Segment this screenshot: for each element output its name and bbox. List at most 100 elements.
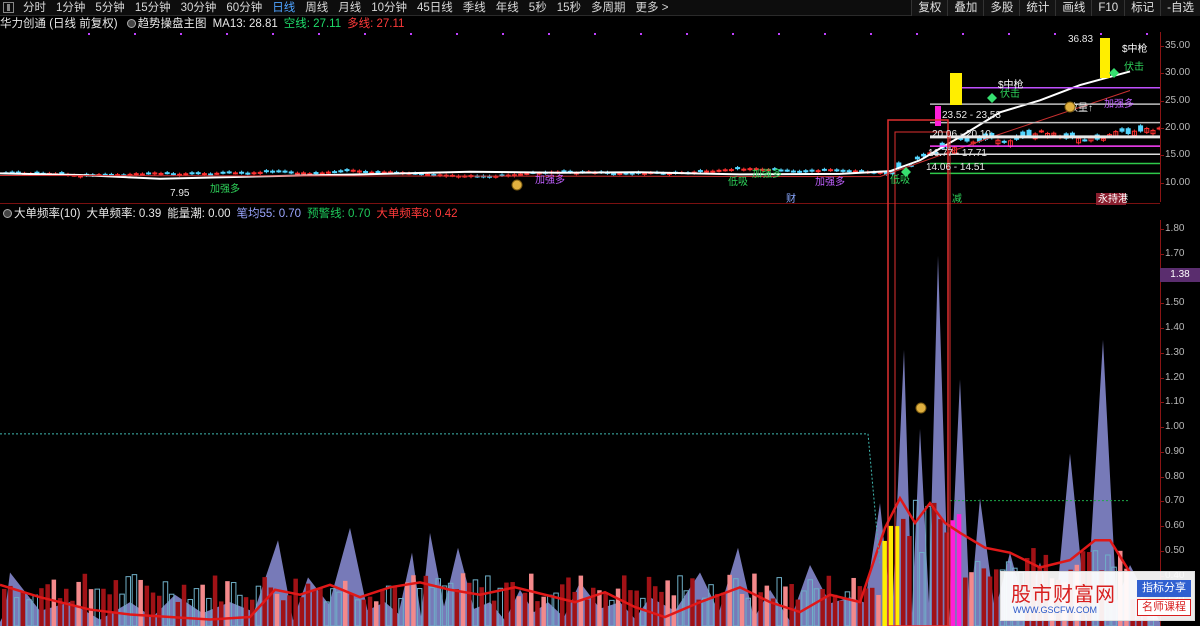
diamond-icon: [987, 93, 997, 103]
candle-body: [350, 169, 356, 172]
price-tick: 30.00: [1160, 67, 1191, 79]
toolbar-button-7[interactable]: -自选: [1160, 0, 1200, 16]
candle-body: [375, 171, 381, 174]
price-tick: 10.00: [1160, 176, 1191, 188]
candle-body: [226, 171, 232, 174]
freq-bar: [572, 591, 577, 626]
freq-bar: [721, 592, 726, 626]
freq-bar: [392, 586, 398, 626]
candle-body: [803, 170, 809, 173]
signal-dot: [88, 33, 90, 35]
signal-dot: [226, 33, 228, 35]
sub-tick: 1.70: [1160, 247, 1185, 259]
freq-bar: [64, 588, 69, 626]
watermark: 股市财富网 WWW.GSCFW.COM 指标分享 名师课程: [1000, 571, 1195, 621]
candle-body: [524, 172, 530, 175]
freq-bar: [175, 601, 181, 626]
money-bag-icon: [511, 179, 523, 191]
candle-body: [220, 171, 226, 174]
chart-label: 加强多: [210, 182, 240, 195]
sub-tick: 0.70: [1160, 495, 1185, 507]
candle-body: [294, 172, 300, 175]
chart-label: 财: [786, 192, 796, 205]
freq-bar: [789, 584, 794, 626]
sub-tick: 1.80: [1160, 223, 1185, 234]
chart-label: 加强多: [752, 167, 782, 180]
sub-tick: 1.30: [1160, 346, 1185, 358]
signal-dot: [824, 33, 826, 35]
freq-bar: [832, 594, 838, 626]
candle-body: [146, 172, 152, 175]
sub-tick: 1.50: [1160, 297, 1185, 309]
candle-body: [828, 169, 834, 172]
price-tick: 25.00: [1160, 94, 1191, 106]
candle-body: [611, 173, 617, 176]
sub-tick: 0.50: [1160, 544, 1185, 556]
candle-body: [288, 171, 294, 174]
watermark-title: 股市财富网: [1011, 582, 1116, 606]
freq-bar: [820, 589, 825, 626]
freq-bar: [870, 587, 875, 626]
freq-bar: [963, 577, 968, 626]
freq-bar: [293, 578, 298, 626]
freq-bar: [113, 580, 119, 626]
price-axis[interactable]: 35.00 30.00 25.00 20.00 15.00 10.00: [1160, 32, 1200, 202]
freq-bar: [857, 586, 863, 626]
freq-bar: [727, 574, 732, 626]
candle-body: [189, 172, 195, 175]
sub-tick: 1.00: [1160, 421, 1185, 432]
freq-bar: [932, 502, 937, 626]
freq-bar: [888, 525, 894, 626]
candle-body: [369, 171, 375, 174]
candle-body: [201, 173, 207, 176]
sub-tick: 1.10: [1160, 396, 1185, 408]
chart-label: $中枪: [1122, 42, 1148, 55]
freq-bar: [39, 588, 44, 626]
signal-box: [935, 106, 941, 126]
price-tick: 20.00: [1160, 121, 1191, 133]
signal-dot: [594, 33, 596, 35]
signal-box: [950, 73, 962, 105]
chart-label: 加强多: [535, 173, 565, 186]
candle-body: [834, 169, 840, 172]
candle-body: [208, 173, 214, 176]
money-bag-icon: [915, 402, 927, 414]
freq-bar: [646, 576, 652, 626]
chart-label: 36.83: [1068, 34, 1093, 45]
candle-body: [1125, 128, 1131, 134]
chart-label: 7.95: [170, 188, 190, 199]
candle-body: [846, 170, 852, 173]
candle-body: [1038, 130, 1044, 133]
chart-label: 永持港: [1098, 192, 1128, 205]
sub-axis-highlight: 1.38: [1160, 268, 1200, 282]
freq-bar: [287, 595, 292, 626]
chart-label: 伏击: [1000, 87, 1020, 100]
freq-bar: [584, 599, 590, 626]
candle-body: [319, 172, 325, 175]
freq-bar: [281, 600, 286, 626]
freq-bar: [243, 597, 249, 626]
chart-canvas[interactable]: 36.83 23.52 - 23.53 20.06 - 20.10 16.77 - 1…: [0, 0, 1160, 626]
candle-body: [344, 169, 350, 172]
candle-body: [59, 172, 65, 175]
freq-bar: [907, 536, 912, 626]
freq-bar: [101, 588, 106, 626]
candle-body: [170, 173, 176, 176]
freq-bar: [454, 589, 460, 626]
candle-body: [710, 170, 716, 173]
candle-body: [921, 153, 927, 157]
candle-body: [1026, 129, 1032, 137]
candle-body: [158, 172, 164, 175]
candle-body: [164, 172, 170, 175]
freq-bar: [665, 580, 670, 626]
freq-bar: [739, 593, 745, 626]
freq-bar: [150, 592, 156, 626]
chart-label: 16.77 - 17.71: [928, 148, 987, 159]
chart-label: 14.06 - 14.51: [926, 162, 985, 173]
sub-tick: 0.90: [1160, 445, 1185, 457]
signal-dot: [916, 33, 918, 35]
signal-dot: [962, 33, 964, 35]
candle-body: [1119, 128, 1125, 132]
candle-body: [195, 172, 201, 175]
freq-bar: [653, 586, 658, 626]
